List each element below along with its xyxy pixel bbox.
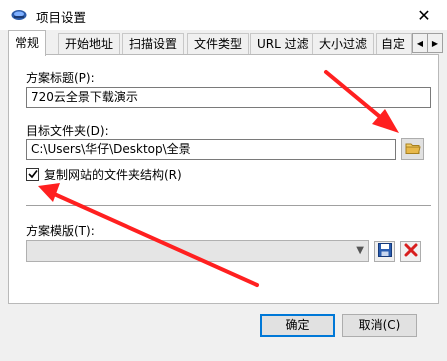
browse-folder-button[interactable] [401,138,424,160]
tab-custom[interactable]: 自定 [376,33,412,55]
target-folder-label: 目标文件夹(D): [26,124,109,138]
tab-url-filter[interactable]: URL 过滤 [250,33,316,55]
close-button[interactable]: ✕ [401,0,447,30]
save-template-button[interactable] [374,241,395,262]
tab-scan-settings[interactable]: 扫描设置 [122,33,185,55]
cancel-button[interactable]: 取消(C) [342,314,417,337]
tab-scroll-left-button[interactable]: ◀ [412,33,428,53]
project-title-label: 方案标题(P): [26,71,95,85]
project-settings-dialog: 项目设置 ✕ 常规 开始地址 扫描设置 文件类型 URL 过滤 大小过滤 自定 … [0,0,447,361]
template-select[interactable]: ▼ [26,240,369,262]
tab-scroll-right-button[interactable]: ▶ [427,33,443,53]
project-title-input[interactable]: 720云全景下载演示 [26,87,431,108]
app-icon [11,7,27,23]
copy-structure-checkbox[interactable] [26,168,39,181]
section-divider [26,205,431,206]
chevron-down-icon: ▼ [356,245,364,256]
folder-icon [405,141,421,158]
copy-structure-label[interactable]: 复制网站的文件夹结构(R) [44,166,182,183]
window-title: 项目设置 [36,10,87,25]
tab-size-filter[interactable]: 大小过滤 [312,33,375,55]
title-bar: 项目设置 ✕ [0,0,447,30]
checkmark-icon [27,168,38,182]
template-label: 方案模版(T): [26,224,95,238]
delete-template-button[interactable] [400,241,421,262]
tab-file-types[interactable]: 文件类型 [187,33,250,55]
general-tab-panel: 方案标题(P): 720云全景下载演示 目标文件夹(D): C:\Users\华… [8,54,439,304]
tab-strip: 常规 开始地址 扫描设置 文件类型 URL 过滤 大小过滤 自定 ◀ ▶ [0,30,447,56]
save-icon [377,243,392,260]
delete-icon [404,243,418,260]
target-folder-input[interactable]: C:\Users\华仔\Desktop\全景 [26,139,396,160]
ok-button[interactable]: 确定 [260,314,335,337]
tab-general[interactable]: 常规 [8,30,47,56]
tab-start-address[interactable]: 开始地址 [58,33,121,55]
